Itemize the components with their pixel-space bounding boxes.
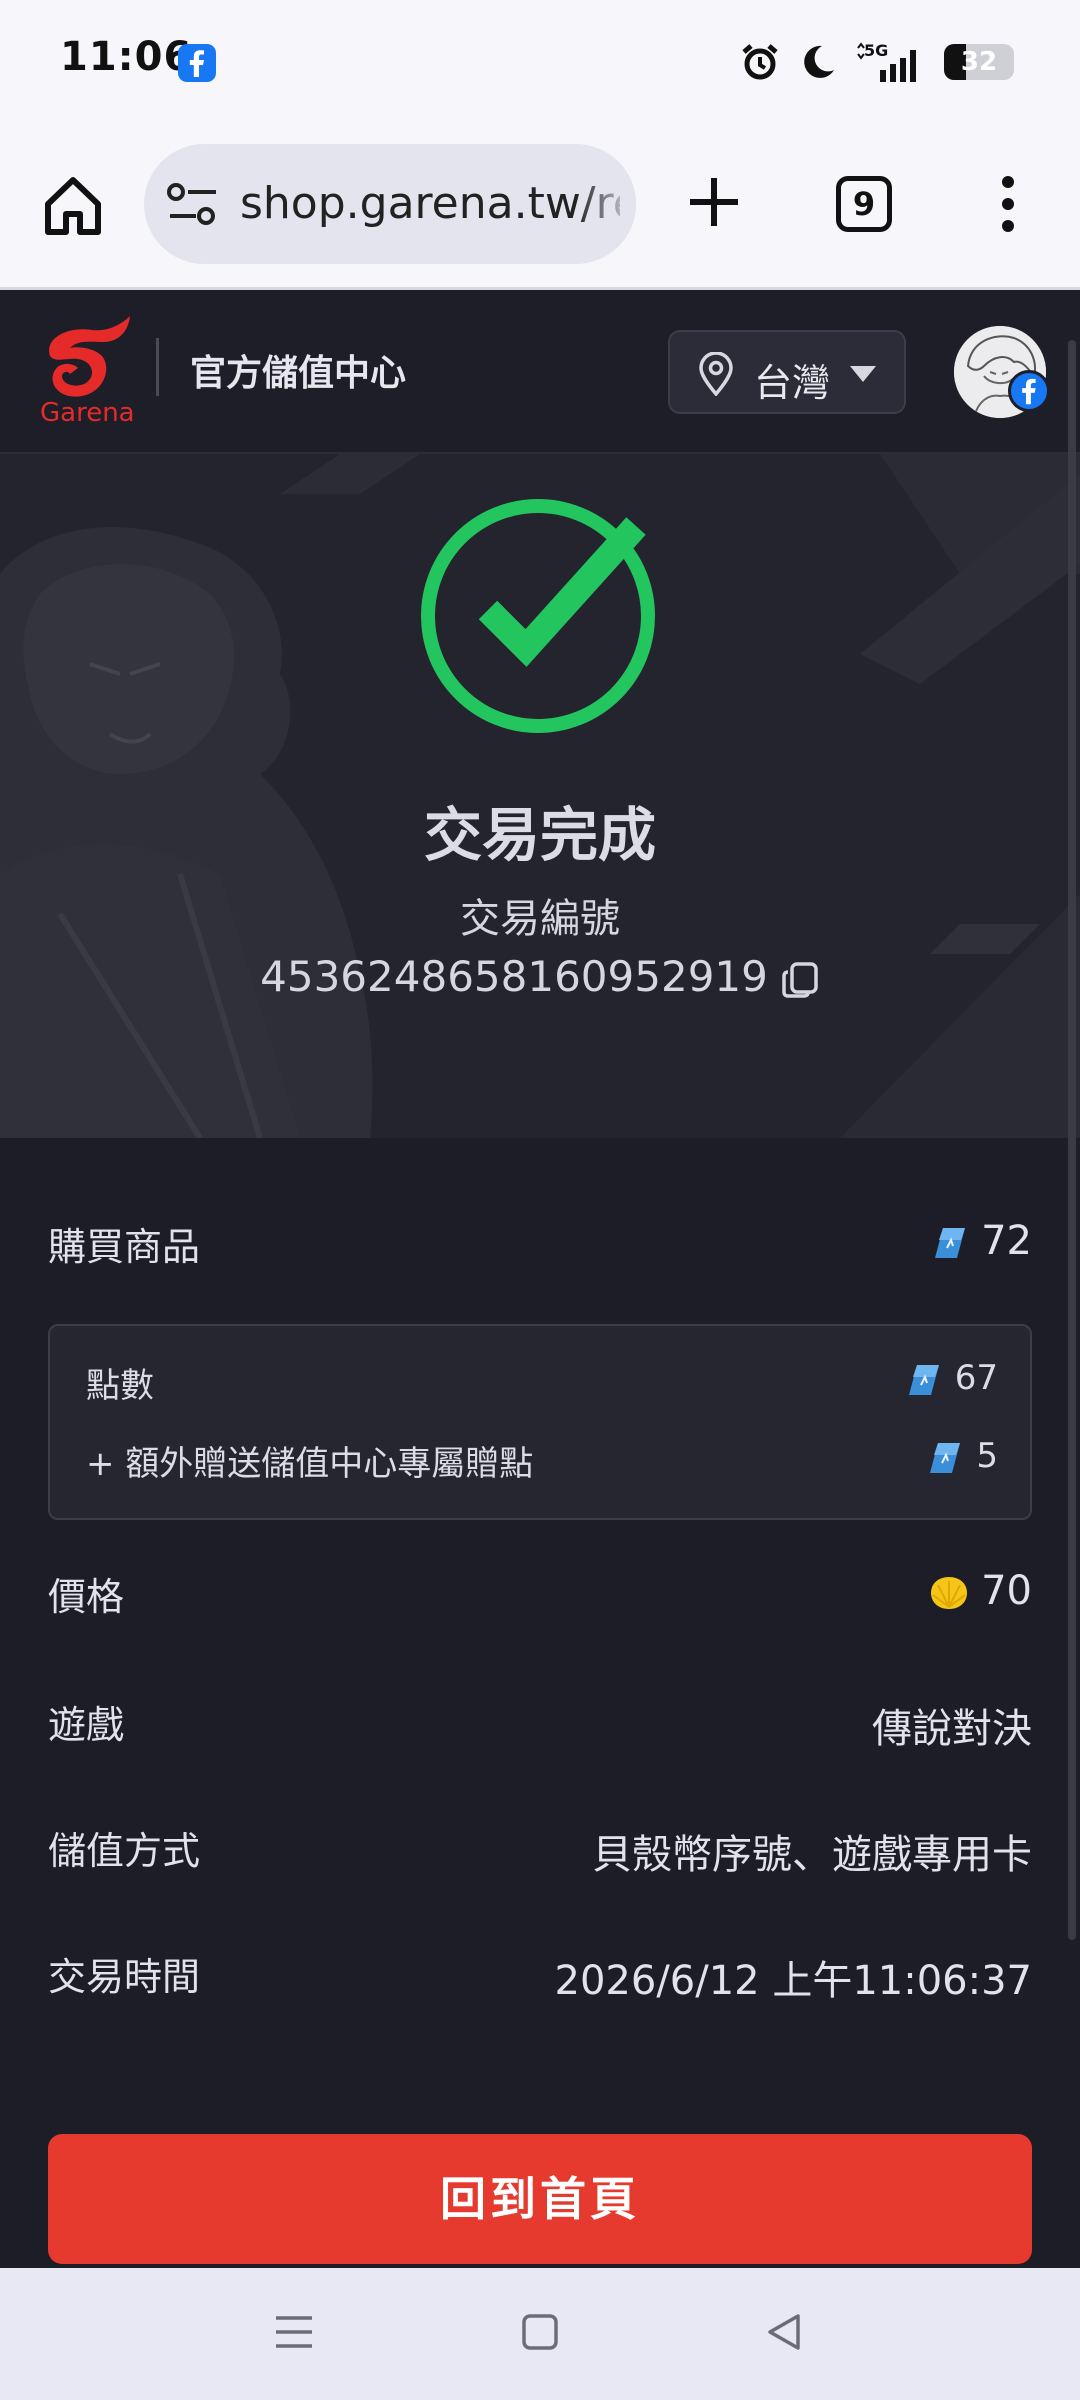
logo-text: Garena — [40, 398, 135, 428]
scrollbar[interactable] — [1068, 340, 1076, 1940]
transaction-time-row: 交易時間 2026/6/12 上午11:06:37 — [48, 1946, 1032, 2006]
game-label: 遊戲 — [48, 1703, 125, 1747]
signal-icon: 5G — [857, 41, 916, 82]
back-to-home-button[interactable]: 回到首頁 — [48, 2134, 1032, 2264]
recent-apps-icon[interactable] — [272, 2310, 316, 2354]
address-bar[interactable]: shop.garena.tw/re — [144, 144, 636, 264]
points-label: 點數 — [86, 1366, 154, 1406]
tab-switcher-button[interactable]: 9 — [836, 176, 892, 232]
points-row: 點數 67 — [86, 1358, 998, 1408]
price-row: 價格 70 — [48, 1566, 1032, 1626]
region-label: 台灣 — [754, 361, 831, 405]
transaction-time-label: 交易時間 — [48, 1955, 201, 1999]
payment-method-value: 貝殼幣序號、遊戲專用卡 — [592, 1832, 1032, 1878]
status-icons: 5G 32 — [740, 38, 1014, 86]
game-row: 遊戲 傳說對決 — [48, 1694, 1032, 1754]
chevron-down-icon — [850, 366, 876, 382]
plus-icon[interactable] — [682, 170, 746, 234]
transaction-status-title: 交易完成 — [423, 801, 656, 869]
facebook-icon — [178, 44, 216, 82]
price-label: 價格 — [48, 1575, 125, 1619]
site-settings-icon[interactable] — [166, 180, 220, 228]
browser-toolbar: shop.garena.tw/re 9 — [0, 124, 1080, 290]
diamond-voucher-icon — [908, 1364, 939, 1395]
facebook-badge-icon — [1008, 370, 1050, 412]
system-nav-bar — [0, 2268, 1080, 2400]
status-time: 11:06 — [60, 34, 193, 80]
status-bar: 11:06 5G 32 — [0, 0, 1080, 124]
battery-icon: 32 — [944, 44, 1014, 80]
purchase-value: 72 — [935, 1218, 1032, 1264]
bonus-points-row: + 額外贈送儲值中心專屬贈點 5 — [86, 1436, 998, 1486]
home-icon[interactable] — [38, 170, 108, 240]
bonus-points-value: 5 — [930, 1436, 998, 1476]
points-value: 67 — [908, 1358, 998, 1398]
diamond-voucher-icon — [935, 1228, 966, 1258]
transaction-details: 購買商品 72 點數 67 + 額外贈送儲值中心專屬贈點 5 價格 70 遊戲 … — [0, 1138, 1080, 2268]
diamond-voucher-icon — [930, 1442, 961, 1473]
alarm-icon — [742, 44, 778, 80]
points-amount: 67 — [954, 1358, 998, 1398]
home-nav-icon[interactable] — [518, 2310, 562, 2354]
page-title: 官方儲值中心 — [190, 353, 407, 394]
region-selector[interactable]: 台灣 — [668, 330, 906, 414]
header-divider — [156, 338, 159, 396]
url-text[interactable]: shop.garena.tw/re — [240, 178, 620, 232]
order-number: 4536248658160952919 — [260, 952, 768, 1001]
success-check-icon — [421, 499, 655, 733]
bonus-points-amount: 5 — [976, 1436, 998, 1476]
bonus-points-label: + 額外贈送儲值中心專屬贈點 — [86, 1444, 534, 1484]
moon-icon — [804, 45, 834, 78]
purchase-label: 購買商品 — [48, 1225, 201, 1269]
copy-icon[interactable] — [780, 960, 820, 1000]
back-icon[interactable] — [762, 2310, 806, 2354]
transaction-time-value: 2026/6/12 上午11:06:37 — [554, 1958, 1032, 2004]
purchase-row: 購買商品 72 — [48, 1216, 1032, 1276]
shell-coin-icon — [931, 1577, 968, 1609]
payment-method-label: 儲值方式 — [48, 1829, 201, 1873]
menu-dots-icon[interactable] — [990, 174, 1026, 234]
url-fade — [576, 144, 636, 264]
order-number-label: 交易編號 — [460, 896, 620, 942]
price-value: 70 — [929, 1568, 1032, 1614]
game-value: 傳說對決 — [872, 1706, 1032, 1752]
battery-percent: 32 — [960, 47, 998, 77]
site-header: Garena 官方儲值中心 台灣 — [0, 290, 1080, 454]
location-pin-icon — [699, 352, 733, 396]
points-breakdown: 點數 67 + 額外贈送儲值中心專屬贈點 5 — [48, 1324, 1032, 1520]
order-number-row: 4536248658160952919 — [0, 952, 1080, 1001]
payment-method-row: 儲值方式 貝殼幣序號、遊戲專用卡 — [48, 1820, 1032, 1880]
purchase-amount: 72 — [981, 1218, 1032, 1264]
network-label: 5G — [864, 41, 888, 60]
price-amount: 70 — [981, 1568, 1032, 1614]
success-banner: 交易完成 交易編號 4536248658160952919 — [0, 454, 1080, 1138]
